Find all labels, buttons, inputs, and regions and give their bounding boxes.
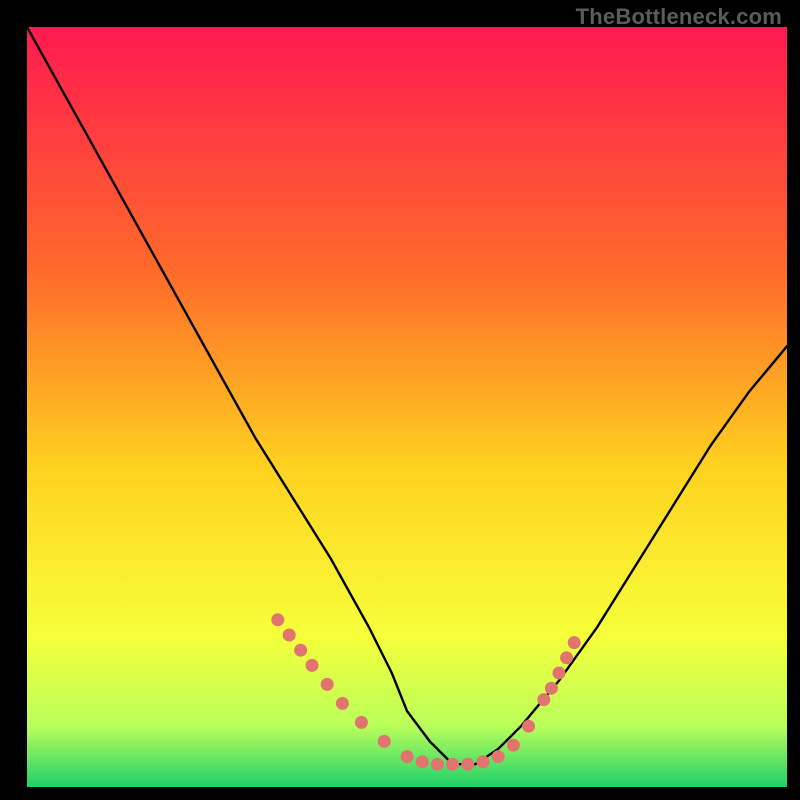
highlight-dot xyxy=(431,758,444,771)
highlight-dot xyxy=(401,750,414,763)
highlight-dot xyxy=(271,613,284,626)
highlight-dot xyxy=(522,720,535,733)
chart-stage: TheBottleneck.com xyxy=(0,0,800,800)
watermark-text: TheBottleneck.com xyxy=(576,4,782,30)
plot-area xyxy=(27,27,787,787)
highlight-dot xyxy=(294,644,307,657)
highlight-dot xyxy=(507,739,520,752)
highlight-dot xyxy=(545,682,558,695)
chart-svg xyxy=(27,27,787,787)
highlight-dot xyxy=(416,755,429,768)
highlight-dot xyxy=(461,758,474,771)
gradient-background xyxy=(27,27,787,787)
highlight-dot xyxy=(492,750,505,763)
highlight-dot xyxy=(537,693,550,706)
highlight-dot xyxy=(355,716,368,729)
highlight-dot xyxy=(283,629,296,642)
highlight-dot xyxy=(446,758,459,771)
highlight-dot xyxy=(568,636,581,649)
highlight-dot xyxy=(560,651,573,664)
highlight-dot xyxy=(336,697,349,710)
highlight-dot xyxy=(378,735,391,748)
highlight-dot xyxy=(306,659,319,672)
highlight-dot xyxy=(553,667,566,680)
highlight-dot xyxy=(321,678,334,691)
highlight-dot xyxy=(477,755,490,768)
